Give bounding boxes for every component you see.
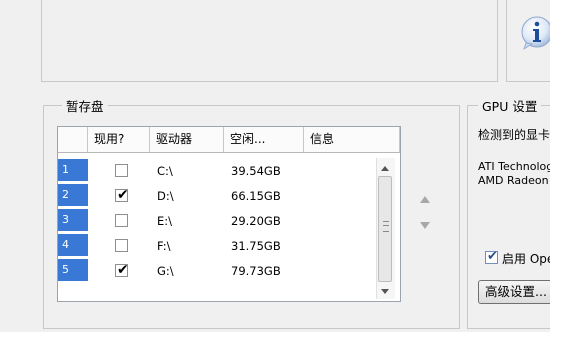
row-number[interactable]: 4 [58, 234, 88, 256]
move-down-button[interactable] [420, 222, 430, 229]
info-icon [521, 16, 553, 50]
enable-gpu-checkbox[interactable] [485, 249, 498, 264]
free-space-cell: 66.15GB [231, 189, 281, 203]
col-free-header[interactable]: 空闲... [224, 127, 304, 152]
top-panel [41, 0, 498, 82]
scroll-down-icon[interactable] [381, 289, 389, 294]
active-checkbox[interactable] [115, 164, 128, 177]
col-active-header[interactable]: 现用? [88, 127, 150, 152]
drive-cell: D:\ [157, 189, 174, 203]
gpu-detected-label: 检测到的显卡 [478, 128, 551, 142]
window-edge-bottom [0, 332, 577, 345]
active-checkbox[interactable] [115, 262, 129, 278]
active-checkbox[interactable] [115, 187, 129, 203]
gpu-card-name-line2: AMD Radeon [478, 174, 549, 187]
free-space-cell: 79.73GB [231, 264, 281, 278]
free-space-cell: 31.75GB [231, 239, 281, 253]
advanced-settings-button[interactable]: 高级设置... [478, 280, 558, 304]
rownum-header [58, 127, 88, 152]
table-header: 现用? 驱动器 空闲... 信息 [58, 127, 400, 153]
free-space-cell: 39.54GB [231, 164, 281, 178]
drive-cell: E:\ [157, 214, 173, 228]
row-number[interactable]: 1 [58, 159, 88, 181]
row-number[interactable]: 3 [58, 209, 88, 231]
scratch-disk-table[interactable]: 现用? 驱动器 空闲... 信息 [57, 126, 401, 302]
enable-gpu-label: 启用 OpenGL [502, 252, 557, 266]
drive-cell: F:\ [157, 239, 171, 253]
scroll-up-icon[interactable] [381, 166, 389, 171]
col-drive-header[interactable]: 驱动器 [150, 127, 224, 152]
window-edge-right [550, 0, 577, 345]
move-up-button[interactable] [420, 196, 430, 203]
drive-cell: C:\ [157, 164, 173, 178]
scratch-disks-title: 暂存盘 [62, 96, 108, 115]
active-checkbox[interactable] [115, 214, 128, 227]
active-checkbox[interactable] [115, 239, 128, 252]
gpu-settings-title: GPU 设置 [478, 96, 542, 115]
free-space-cell: 29.20GB [231, 214, 281, 228]
row-number[interactable]: 2 [58, 184, 88, 206]
scrollbar-grip-icon [383, 221, 389, 232]
drive-cell: G:\ [157, 264, 174, 278]
col-info-header[interactable]: 信息 [304, 127, 400, 152]
row-number[interactable]: 5 [58, 259, 88, 281]
gpu-card-name-line1: ATI Technologies Inc. [478, 160, 557, 173]
